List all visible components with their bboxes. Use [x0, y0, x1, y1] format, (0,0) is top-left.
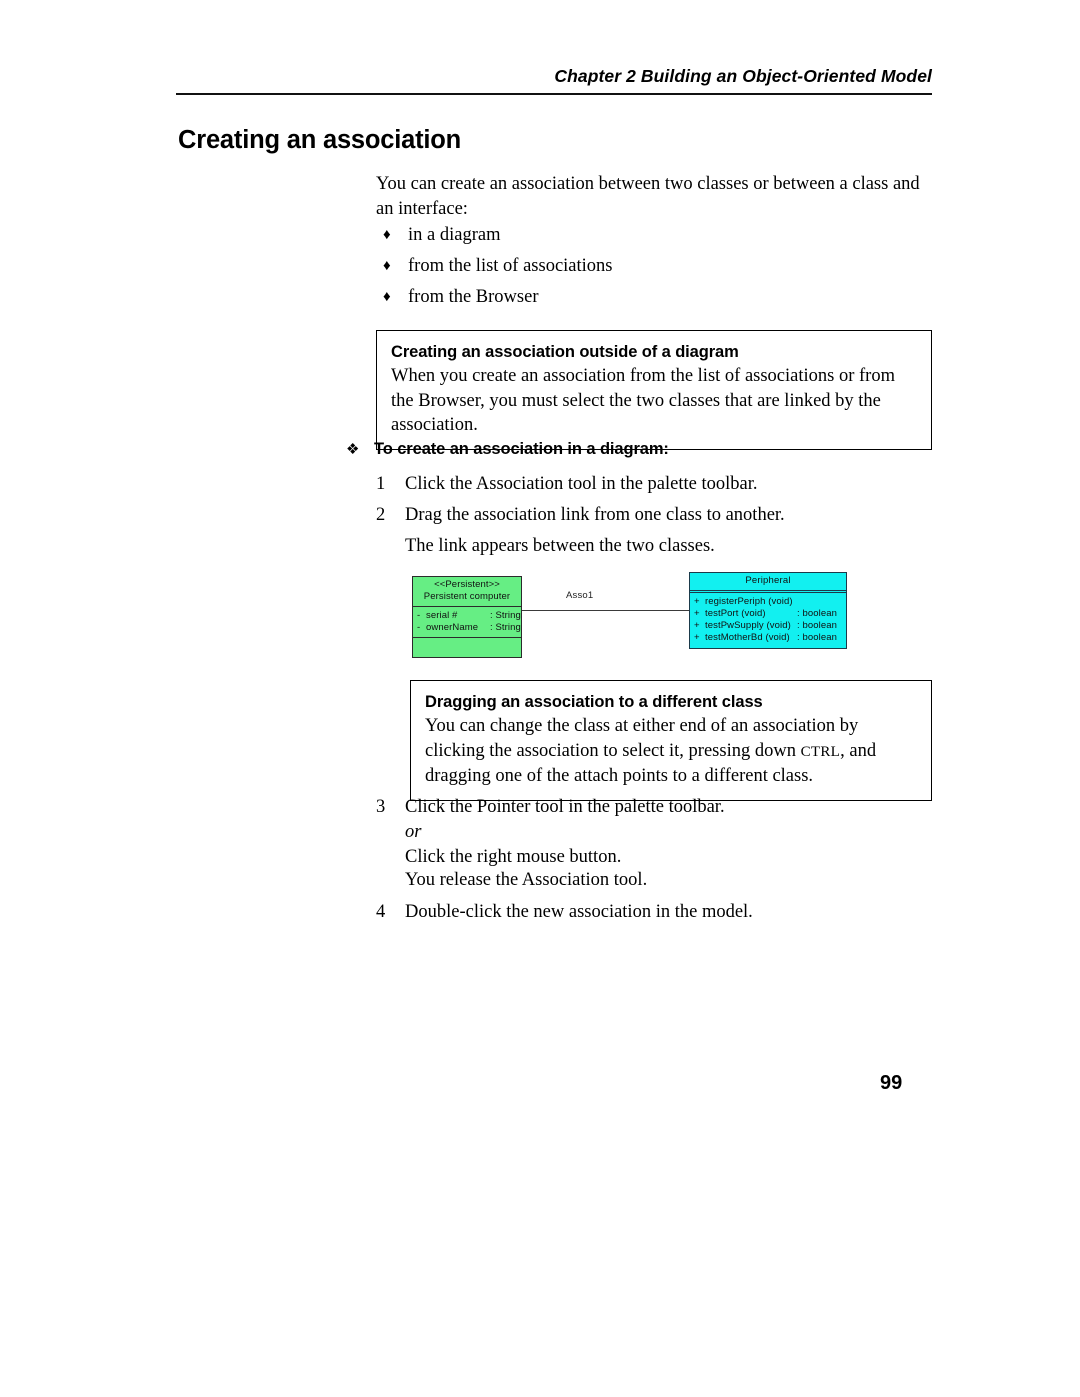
class-attribute-row: - ownerName : String [417, 622, 521, 634]
note-box-creating-outside-diagram: Creating an association outside of a dia… [376, 330, 932, 450]
header-rule [176, 93, 932, 95]
ctrl-key-label: CTRL [800, 743, 841, 760]
note-body-part1: You can change the class at either end o… [425, 716, 859, 761]
class-name: Persistent computer [423, 591, 511, 602]
running-header-text: Chapter 2 Building an Object-Oriented Mo… [554, 66, 932, 86]
note-title: Dragging an association to a different c… [425, 693, 763, 711]
operation-name: testPort (void) [705, 608, 766, 619]
step-text: Click the Pointer tool in the palette to… [405, 797, 725, 817]
attribute-name: ownerName [426, 622, 479, 633]
operation-visibility: + [694, 608, 700, 619]
class-header: <<Persistent>> Persistent computer [413, 577, 521, 607]
diamond-bullet-icon: ♦ [383, 289, 391, 305]
class-operation-row: + registerPeriph (void) [694, 596, 842, 608]
step-number: 3 [376, 797, 386, 817]
note-title: Creating an association outside of a dia… [391, 343, 739, 361]
note-body: When you create an association from the … [391, 366, 895, 435]
procedure-step: 4 Double-click the new association in th… [376, 900, 936, 925]
operation-name: testMotherBd (void) [705, 632, 790, 643]
attribute-visibility: - [417, 622, 421, 633]
note-body: You can change the class at either end o… [425, 714, 917, 789]
procedure-heading-label: To create an association in a diagram: [374, 440, 669, 458]
operation-visibility: + [694, 620, 700, 631]
running-header: Chapter 2 Building an Object-Oriented Mo… [176, 66, 932, 87]
class-attributes-compartment: - serial # : String - ownerName : String [413, 607, 521, 638]
step-text-group: Click the Pointer tool in the palette to… [405, 795, 725, 870]
attribute-name: serial # [426, 610, 458, 621]
list-item: ♦ from the list of associations [376, 253, 932, 284]
association-label: Asso1 [566, 590, 594, 601]
step-number: 4 [376, 902, 386, 922]
uml-class-peripheral: Peripheral + registerPeriph (void) + tes… [689, 572, 847, 649]
procedure-step: 3 Click the Pointer tool in the palette … [376, 795, 936, 870]
step-or-separator: or [405, 822, 422, 842]
operation-visibility: + [694, 596, 700, 607]
procedure-step: 2 Drag the association link from one cla… [376, 503, 936, 528]
operation-name: registerPeriph (void) [705, 596, 793, 607]
note-box-dragging-association: Dragging an association to a different c… [410, 680, 932, 801]
list-item: ♦ in a diagram [376, 222, 932, 253]
class-name: Peripheral [745, 575, 791, 586]
class-operation-row: + testMotherBd (void) : boolean [694, 632, 842, 644]
step-result-text: The link appears between the two classes… [405, 536, 715, 556]
diamond-star-icon: ❖ [346, 442, 360, 458]
page-title: Creating an association [178, 126, 462, 154]
step-number: 2 [376, 505, 386, 525]
class-operation-row: + testPort (void) : boolean [694, 608, 842, 620]
operation-type [797, 596, 842, 608]
class-operations-compartment-empty [413, 638, 521, 657]
attribute-type: : String [490, 622, 521, 633]
class-header: Peripheral [690, 573, 846, 593]
list-item: ♦ from the Browser [376, 284, 932, 315]
class-stereotype: <<Persistent>> [434, 579, 500, 590]
list-item-label: from the Browser [408, 287, 539, 307]
uml-class-diagram: Asso1 <<Persistent>> Persistent computer… [376, 560, 932, 660]
step-text: Double-click the new association in the … [405, 902, 753, 922]
intro-paragraph: You can create an association between tw… [376, 174, 920, 219]
attribute-visibility: - [417, 610, 421, 621]
step-alt-text: Click the right mouse button. [405, 847, 622, 867]
step-result-text: You release the Association tool. [405, 870, 648, 890]
step-text: Click the Association tool in the palett… [405, 474, 758, 494]
page-number: 99 [880, 1072, 903, 1094]
class-operation-row: + testPwSupply (void) : boolean [694, 620, 842, 632]
list-item-label: in a diagram [408, 225, 501, 245]
operation-visibility: + [694, 632, 700, 643]
diamond-bullet-icon: ♦ [383, 258, 391, 274]
diamond-bullet-icon: ♦ [383, 227, 391, 243]
procedure-step: 1 Click the Association tool in the pale… [376, 472, 936, 497]
step-text: Drag the association link from one class… [405, 505, 785, 525]
association-link-line [521, 610, 690, 611]
operation-type: : boolean [797, 608, 837, 619]
procedure-heading: ❖ To create an association in a diagram: [346, 440, 669, 459]
step-number: 1 [376, 474, 386, 494]
attribute-type: : String [490, 610, 521, 621]
operation-type: : boolean [797, 632, 837, 643]
class-attribute-row: - serial # : String [417, 610, 521, 622]
class-operations-compartment: + registerPeriph (void) + testPort (void… [690, 593, 846, 648]
bullet-list: ♦ in a diagram ♦ from the list of associ… [376, 222, 932, 315]
operation-type: : boolean [797, 620, 837, 631]
list-item-label: from the list of associations [408, 256, 613, 276]
uml-class-persistent-computer: <<Persistent>> Persistent computer - ser… [412, 576, 522, 658]
intro-paragraph-container: You can create an association between tw… [376, 172, 932, 222]
operation-name: testPwSupply (void) [705, 620, 791, 631]
